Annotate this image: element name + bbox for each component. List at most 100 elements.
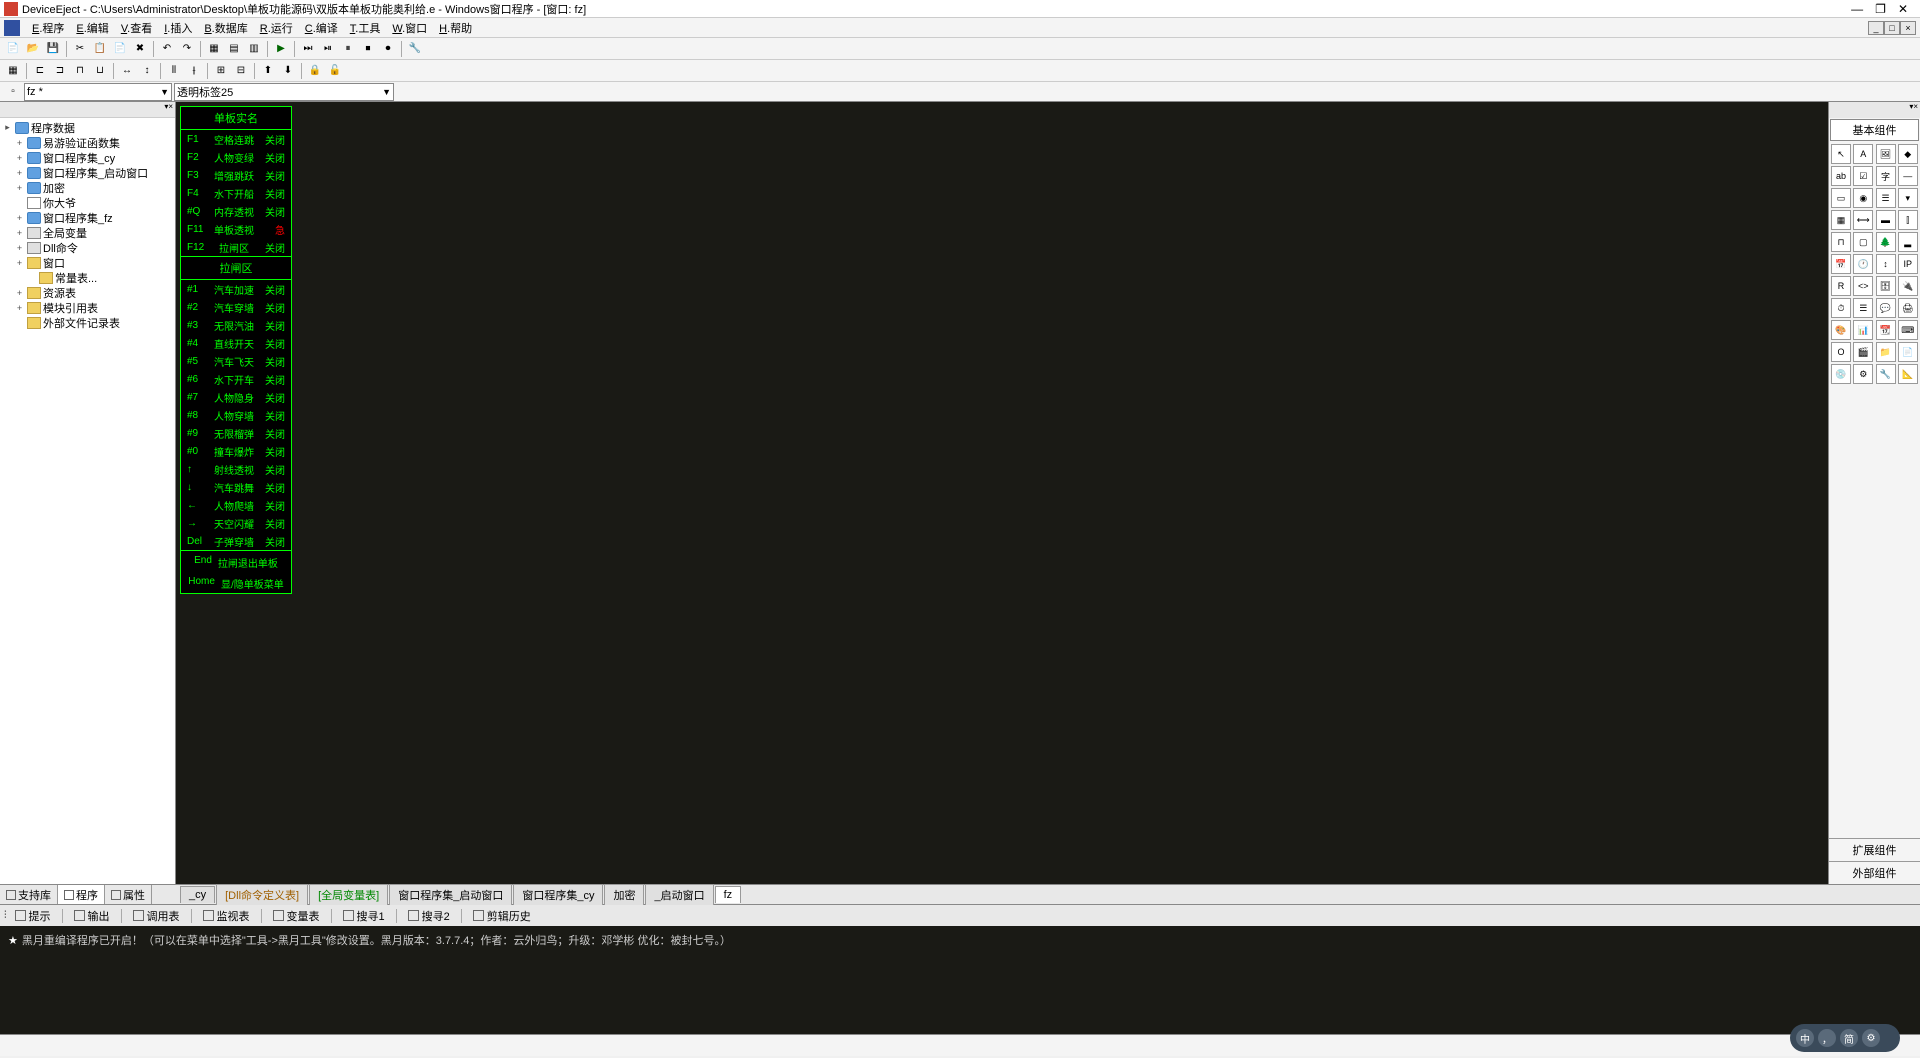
tree-node[interactable]: +窗口程序集_fz bbox=[2, 210, 173, 225]
center2-button[interactable]: ⊟ bbox=[232, 62, 250, 80]
comp-date[interactable]: 📅 bbox=[1831, 254, 1851, 274]
ime-mode-icon[interactable]: 简 bbox=[1840, 1029, 1858, 1047]
comp-updown[interactable]: ↕ bbox=[1876, 254, 1896, 274]
tree-node[interactable]: +窗口程序集_cy bbox=[2, 150, 173, 165]
menu-item[interactable]: E.编辑 bbox=[70, 20, 114, 36]
comp-ext3[interactable]: 📐 bbox=[1898, 364, 1918, 384]
form-row[interactable]: ←人物爬墙关闭 bbox=[181, 496, 291, 514]
form-row[interactable]: F3增强跳跃关闭 bbox=[181, 166, 291, 184]
comp-text[interactable]: 字 bbox=[1876, 166, 1896, 186]
form-row[interactable]: F2人物变绿关闭 bbox=[181, 148, 291, 166]
undo-button[interactable]: ↶ bbox=[158, 40, 176, 58]
menu-item[interactable]: C.编译 bbox=[299, 20, 344, 36]
tree-node[interactable]: 你大爷 bbox=[2, 195, 173, 210]
tree-node[interactable]: +全局变量 bbox=[2, 225, 173, 240]
form-row[interactable]: #8人物穿墙关闭 bbox=[181, 406, 291, 424]
ime-punct-icon[interactable]: ， bbox=[1818, 1029, 1836, 1047]
size1-button[interactable]: ↔ bbox=[118, 62, 136, 80]
tree-node[interactable]: +窗口 bbox=[2, 255, 173, 270]
mdi-max-button[interactable]: □ bbox=[1884, 21, 1900, 35]
new-button[interactable]: 📄 bbox=[4, 40, 22, 58]
step1-button[interactable]: ⏭ bbox=[299, 40, 317, 58]
menu-item[interactable]: B.数据库 bbox=[198, 20, 253, 36]
bottom-tab[interactable]: 变量表 bbox=[265, 906, 328, 926]
ime-set-icon[interactable]: ⚙ bbox=[1862, 1029, 1880, 1047]
bottom-tab[interactable]: 提示 bbox=[7, 906, 59, 926]
comp-line[interactable]: — bbox=[1898, 166, 1918, 186]
comp-file[interactable]: 📄 bbox=[1898, 342, 1918, 362]
form-row[interactable]: #7人物隐身关闭 bbox=[181, 388, 291, 406]
bottom-tab[interactable]: 调用表 bbox=[125, 906, 188, 926]
copy-button[interactable]: 📋 bbox=[91, 40, 109, 58]
save-button[interactable]: 💾 bbox=[44, 40, 62, 58]
form-row[interactable]: F1空格连跳关闭 bbox=[181, 130, 291, 148]
tree-node[interactable]: +模块引用表 bbox=[2, 300, 173, 315]
comp-db[interactable]: 🗄 bbox=[1876, 276, 1896, 296]
editor-tab[interactable]: 加密 bbox=[604, 884, 644, 905]
form-preview[interactable]: 单板实名 F1空格连跳关闭F2人物变绿关闭F3增强跳跃关闭F4水下开船关闭#Q内… bbox=[180, 106, 292, 594]
form-row[interactable]: #0撞车爆炸关闭 bbox=[181, 442, 291, 460]
comp-tree[interactable]: 🌲 bbox=[1876, 232, 1896, 252]
paste-button[interactable]: 📄 bbox=[111, 40, 129, 58]
comp-dir[interactable]: 📁 bbox=[1876, 342, 1896, 362]
mdi-min-button[interactable]: _ bbox=[1868, 21, 1884, 35]
form-row[interactable]: F11单板透视急 bbox=[181, 220, 291, 238]
comp-combo[interactable]: ▾ bbox=[1898, 188, 1918, 208]
editor-tab[interactable]: 窗口程序集_cy bbox=[513, 884, 603, 905]
maximize-button[interactable]: ❐ bbox=[1875, 2, 1886, 16]
bottom-tab[interactable]: 输出 bbox=[66, 906, 118, 926]
form-row[interactable]: #3无限汽油关闭 bbox=[181, 316, 291, 334]
comp-label[interactable]: A bbox=[1853, 144, 1873, 164]
form-designer[interactable]: 单板实名 F1空格连跳关闭F2人物变绿关闭F3增强跳跃关闭F4水下开船关闭#Q内… bbox=[176, 102, 1828, 884]
comp-timer[interactable]: ⏱ bbox=[1831, 298, 1851, 318]
form-ctrl-row[interactable]: End拉闸退出单板 bbox=[181, 551, 291, 572]
comp-chart[interactable]: 📊 bbox=[1853, 320, 1873, 340]
comp-ip[interactable]: IP bbox=[1898, 254, 1918, 274]
form-row[interactable]: #1汽车加速关闭 bbox=[181, 280, 291, 298]
step3-button[interactable]: ⏸ bbox=[339, 40, 357, 58]
grid-button[interactable]: ▦ bbox=[4, 62, 22, 80]
tree-node[interactable]: +窗口程序集_启动窗口 bbox=[2, 165, 173, 180]
comp-picture[interactable]: 🖼 bbox=[1876, 144, 1896, 164]
comp-ext2[interactable]: 🔧 bbox=[1876, 364, 1896, 384]
left-tab[interactable]: 程序 bbox=[58, 885, 105, 904]
comp-time[interactable]: 🕐 bbox=[1853, 254, 1873, 274]
redo-button[interactable]: ↷ bbox=[178, 40, 196, 58]
editor-tab[interactable]: 窗口程序集_启动窗口 bbox=[389, 884, 512, 905]
panel-pin-icon[interactable]: ▾× bbox=[164, 102, 173, 117]
form-row[interactable]: #6水下开车关闭 bbox=[181, 370, 291, 388]
property-combo[interactable]: 透明标签25▼ bbox=[174, 83, 394, 101]
editor-tab[interactable]: [Dll命令定义表] bbox=[216, 884, 308, 905]
comp-print[interactable]: 🖨 bbox=[1898, 298, 1918, 318]
comp-grid[interactable]: ▦ bbox=[1831, 210, 1851, 230]
comp-radio[interactable]: ◉ bbox=[1853, 188, 1873, 208]
align4-button[interactable]: ⊔ bbox=[91, 62, 109, 80]
comp-sock[interactable]: 🔌 bbox=[1898, 276, 1918, 296]
form-row[interactable]: Del子弹穿墙关闭 bbox=[181, 532, 291, 550]
project-tree[interactable]: ▸程序数据 +易游验证函数集+窗口程序集_cy+窗口程序集_启动窗口+加密你大爷… bbox=[0, 118, 175, 884]
comp-frame[interactable]: ▢ bbox=[1853, 232, 1873, 252]
open-button[interactable]: 📂 bbox=[24, 40, 42, 58]
close-button[interactable]: ✕ bbox=[1898, 2, 1908, 16]
tree-node[interactable]: +易游验证函数集 bbox=[2, 135, 173, 150]
form-row[interactable]: F12拉闸区关闭 bbox=[181, 238, 291, 256]
step5-button[interactable]: ⏺ bbox=[379, 40, 397, 58]
editor-tab[interactable]: fz bbox=[715, 886, 742, 903]
comp-img2[interactable]: 🎨 bbox=[1831, 320, 1851, 340]
layout3-button[interactable]: ▥ bbox=[245, 40, 263, 58]
comp-rich[interactable]: R bbox=[1831, 276, 1851, 296]
comp-tab[interactable]: ⊓ bbox=[1831, 232, 1851, 252]
tree-root[interactable]: ▸程序数据 bbox=[2, 120, 173, 135]
form-row[interactable]: F4水下开船关闭 bbox=[181, 184, 291, 202]
combo-icon[interactable]: ▫ bbox=[4, 83, 22, 101]
center1-button[interactable]: ⊞ bbox=[212, 62, 230, 80]
align1-button[interactable]: ⊏ bbox=[31, 62, 49, 80]
left-tab[interactable]: 支持库 bbox=[0, 885, 58, 904]
menu-item[interactable]: H.帮助 bbox=[433, 20, 478, 36]
comp-html[interactable]: <> bbox=[1853, 276, 1873, 296]
form-row[interactable]: #5汽车飞天关闭 bbox=[181, 352, 291, 370]
comp-drv[interactable]: 💿 bbox=[1831, 364, 1851, 384]
menu-item[interactable]: T.工具 bbox=[344, 20, 387, 36]
editor-tab[interactable]: _cy bbox=[180, 886, 215, 903]
comp-ole[interactable]: O bbox=[1831, 342, 1851, 362]
